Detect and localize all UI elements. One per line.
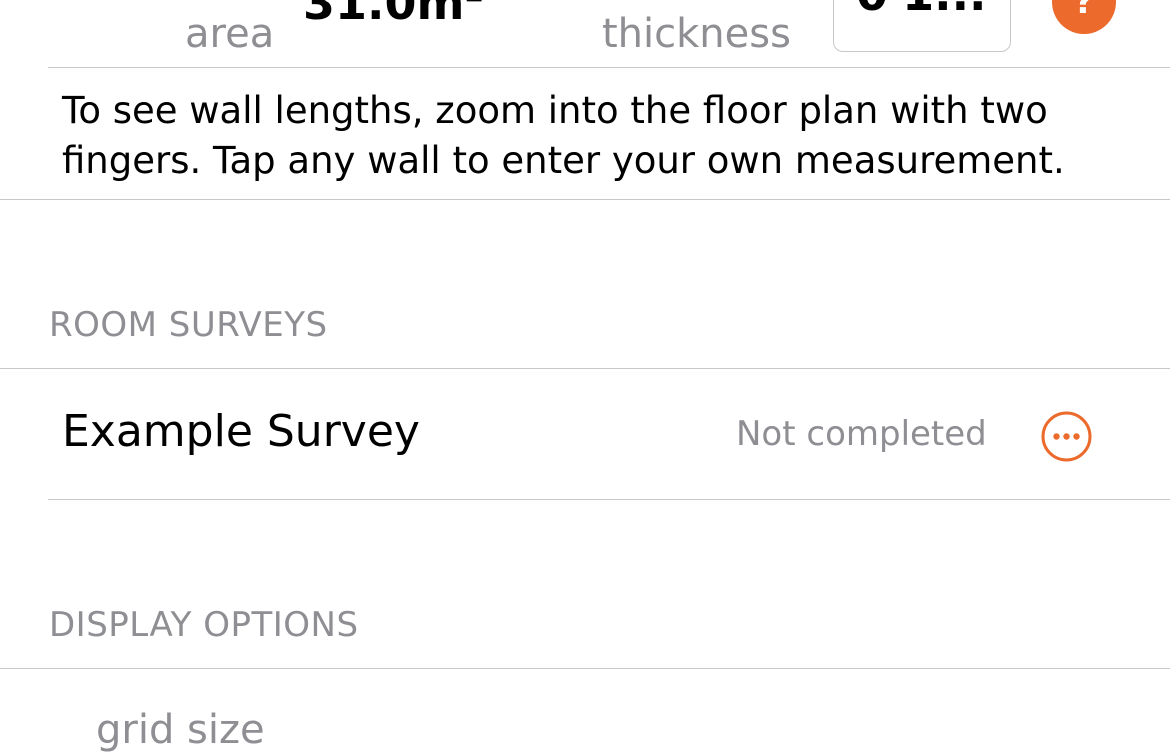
separator xyxy=(0,199,1170,200)
ellipsis-circle-icon xyxy=(1041,411,1092,462)
survey-title: Example Survey xyxy=(62,406,420,457)
section-header-display-options: DISPLAY OPTIONS xyxy=(49,605,359,645)
area-value-text: 31.0m xyxy=(303,0,465,30)
thickness-value: 0'1... xyxy=(856,0,987,17)
help-icon: ? xyxy=(1074,0,1094,22)
grid-size-label: grid size xyxy=(96,707,265,753)
help-button[interactable]: ? xyxy=(1052,0,1116,34)
survey-status: Not completed xyxy=(736,414,987,454)
thickness-label: thickness xyxy=(602,11,791,57)
separator xyxy=(0,668,1170,669)
section-header-room-surveys: ROOM SURVEYS xyxy=(49,305,328,345)
area-label: area xyxy=(185,11,275,57)
separator xyxy=(48,67,1170,68)
survey-more-button[interactable] xyxy=(1041,411,1092,462)
area-value: 31.0m2 xyxy=(303,0,484,26)
separator xyxy=(48,499,1170,500)
area-unit-superscript: 2 xyxy=(464,0,483,8)
wall-length-hint: To see wall lengths, zoom into the floor… xyxy=(62,89,1065,182)
thickness-input[interactable]: 0'1... xyxy=(833,0,1011,52)
